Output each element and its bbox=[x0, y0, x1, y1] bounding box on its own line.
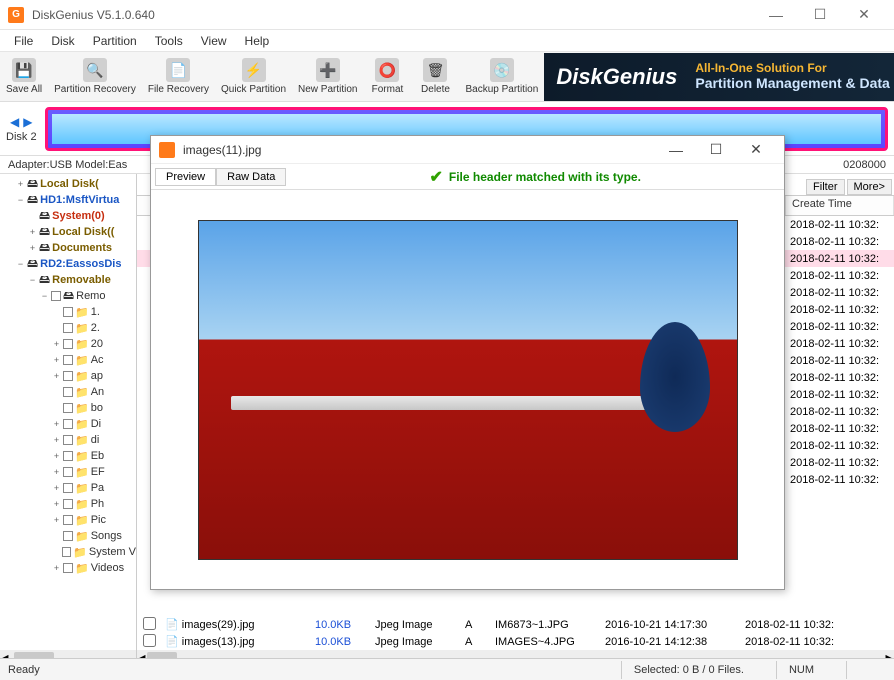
banner-logo: DiskGenius bbox=[556, 64, 677, 90]
tree-node[interactable]: −🖴Remo bbox=[4, 288, 136, 304]
partition-recovery-button[interactable]: 🔍Partition Recovery bbox=[48, 56, 142, 97]
tree-node[interactable]: +🖴Local Disk( bbox=[4, 176, 136, 192]
delete-button[interactable]: 🗑Delete bbox=[411, 56, 459, 97]
preview-close-button[interactable]: ✕ bbox=[736, 137, 776, 163]
menu-bar: File Disk Partition Tools View Help bbox=[0, 30, 894, 52]
filter-button[interactable]: Filter bbox=[806, 179, 844, 195]
tree-node[interactable]: +📁di bbox=[4, 432, 136, 448]
tree-node[interactable]: 📁System V bbox=[4, 544, 136, 560]
tab-preview[interactable]: Preview bbox=[155, 168, 216, 186]
table-row[interactable]: 📄 images(13).jpg10.0KBJpeg ImageAIMAGES~… bbox=[137, 633, 894, 650]
menu-partition[interactable]: Partition bbox=[85, 32, 145, 50]
app-title: DiskGenius V5.1.0.640 bbox=[32, 8, 155, 22]
tree-node[interactable]: +📁Videos bbox=[4, 560, 136, 576]
preview-minimize-button[interactable]: — bbox=[656, 137, 696, 163]
sidebar: +🖴Local Disk(−🖴HD1:MsftVirtua🖴System(0)+… bbox=[0, 174, 137, 666]
prev-disk-button[interactable]: ◀ bbox=[10, 115, 19, 129]
preview-app-icon bbox=[159, 142, 175, 158]
status-num: NUM bbox=[776, 661, 826, 679]
more-button[interactable]: More> bbox=[847, 179, 893, 195]
new-partition-icon: ➕ bbox=[316, 58, 340, 82]
preview-status-message: ✔ File header matched with its type. bbox=[286, 167, 784, 187]
tree-node[interactable]: −🖴RD2:EassosDis bbox=[4, 256, 136, 272]
tree-node[interactable]: +📁Eb bbox=[4, 448, 136, 464]
menu-disk[interactable]: Disk bbox=[43, 32, 82, 50]
tree-node[interactable]: 🖴System(0) bbox=[4, 208, 136, 224]
menu-file[interactable]: File bbox=[6, 32, 41, 50]
tree-node[interactable]: +📁ap bbox=[4, 368, 136, 384]
tree-node[interactable]: +📁20 bbox=[4, 336, 136, 352]
tree-node[interactable]: 📁1. bbox=[4, 304, 136, 320]
row-checkbox[interactable] bbox=[143, 634, 156, 647]
row-checkbox[interactable] bbox=[143, 617, 156, 630]
status-bar: Ready Selected: 0 B / 0 Files. NUM bbox=[0, 658, 894, 680]
preview-image bbox=[198, 220, 738, 560]
tab-raw-data[interactable]: Raw Data bbox=[216, 168, 286, 186]
status-selected: Selected: 0 B / 0 Files. bbox=[621, 661, 756, 679]
tree-node[interactable]: +📁Ac bbox=[4, 352, 136, 368]
disk-label: Disk 2 bbox=[6, 131, 37, 143]
format-icon: ⭕ bbox=[375, 58, 399, 82]
title-bar: G DiskGenius V5.1.0.640 — ☐ ✕ bbox=[0, 0, 894, 30]
check-icon: ✔ bbox=[429, 167, 442, 187]
tree-node[interactable]: +📁Pic bbox=[4, 512, 136, 528]
tree-node[interactable]: 📁An bbox=[4, 384, 136, 400]
new-partition-button[interactable]: ➕New Partition bbox=[292, 56, 363, 97]
save-all-button[interactable]: 💾Save All bbox=[0, 56, 48, 97]
tree-node[interactable]: −🖴HD1:MsftVirtua bbox=[4, 192, 136, 208]
tree-node[interactable]: +📁Ph bbox=[4, 496, 136, 512]
partition-recovery-icon: 🔍 bbox=[83, 58, 107, 82]
next-disk-button[interactable]: ▶ bbox=[23, 115, 32, 129]
minimize-button[interactable]: — bbox=[754, 0, 798, 30]
menu-view[interactable]: View bbox=[193, 32, 235, 50]
app-icon: G bbox=[8, 7, 24, 23]
backup-partition-button[interactable]: 💿Backup Partition bbox=[459, 56, 544, 97]
tree-node[interactable]: +🖴Local Disk(( bbox=[4, 224, 136, 240]
save-icon: 💾 bbox=[12, 58, 36, 82]
tree-node[interactable]: 📁Songs bbox=[4, 528, 136, 544]
tree-node[interactable]: 📁bo bbox=[4, 400, 136, 416]
file-recovery-button[interactable]: 📄File Recovery bbox=[142, 56, 215, 97]
toolbar: 💾Save All 🔍Partition Recovery 📄File Reco… bbox=[0, 52, 894, 102]
status-ready: Ready bbox=[8, 664, 40, 676]
maximize-button[interactable]: ☐ bbox=[798, 0, 842, 30]
preview-window: images(11).jpg — ☐ ✕ Preview Raw Data ✔ … bbox=[150, 135, 785, 590]
quick-partition-icon: ⚡ bbox=[242, 58, 266, 82]
col-create-time[interactable]: Create Time bbox=[786, 196, 894, 215]
tree-node[interactable]: +📁Di bbox=[4, 416, 136, 432]
menu-tools[interactable]: Tools bbox=[147, 32, 191, 50]
banner-tagline: All-In-One Solution For Partition Manage… bbox=[695, 61, 894, 92]
menu-help[interactable]: Help bbox=[237, 32, 278, 50]
tree-node[interactable]: +🖴Documents bbox=[4, 240, 136, 256]
backup-icon: 💿 bbox=[490, 58, 514, 82]
tree-node[interactable]: +📁Pa bbox=[4, 480, 136, 496]
preview-title: images(11).jpg bbox=[183, 143, 261, 157]
tree-node[interactable]: +📁EF bbox=[4, 464, 136, 480]
delete-icon: 🗑 bbox=[423, 58, 447, 82]
preview-maximize-button[interactable]: ☐ bbox=[696, 137, 736, 163]
file-recovery-icon: 📄 bbox=[166, 58, 190, 82]
tree-node[interactable]: 📁2. bbox=[4, 320, 136, 336]
quick-partition-button[interactable]: ⚡Quick Partition bbox=[215, 56, 292, 97]
close-button[interactable]: ✕ bbox=[842, 0, 886, 30]
table-row[interactable]: 📄 images(29).jpg10.0KBJpeg ImageAIM6873~… bbox=[137, 616, 894, 633]
format-button[interactable]: ⭕Format bbox=[363, 56, 411, 97]
banner: DiskGenius All-In-One Solution For Parti… bbox=[544, 53, 894, 101]
